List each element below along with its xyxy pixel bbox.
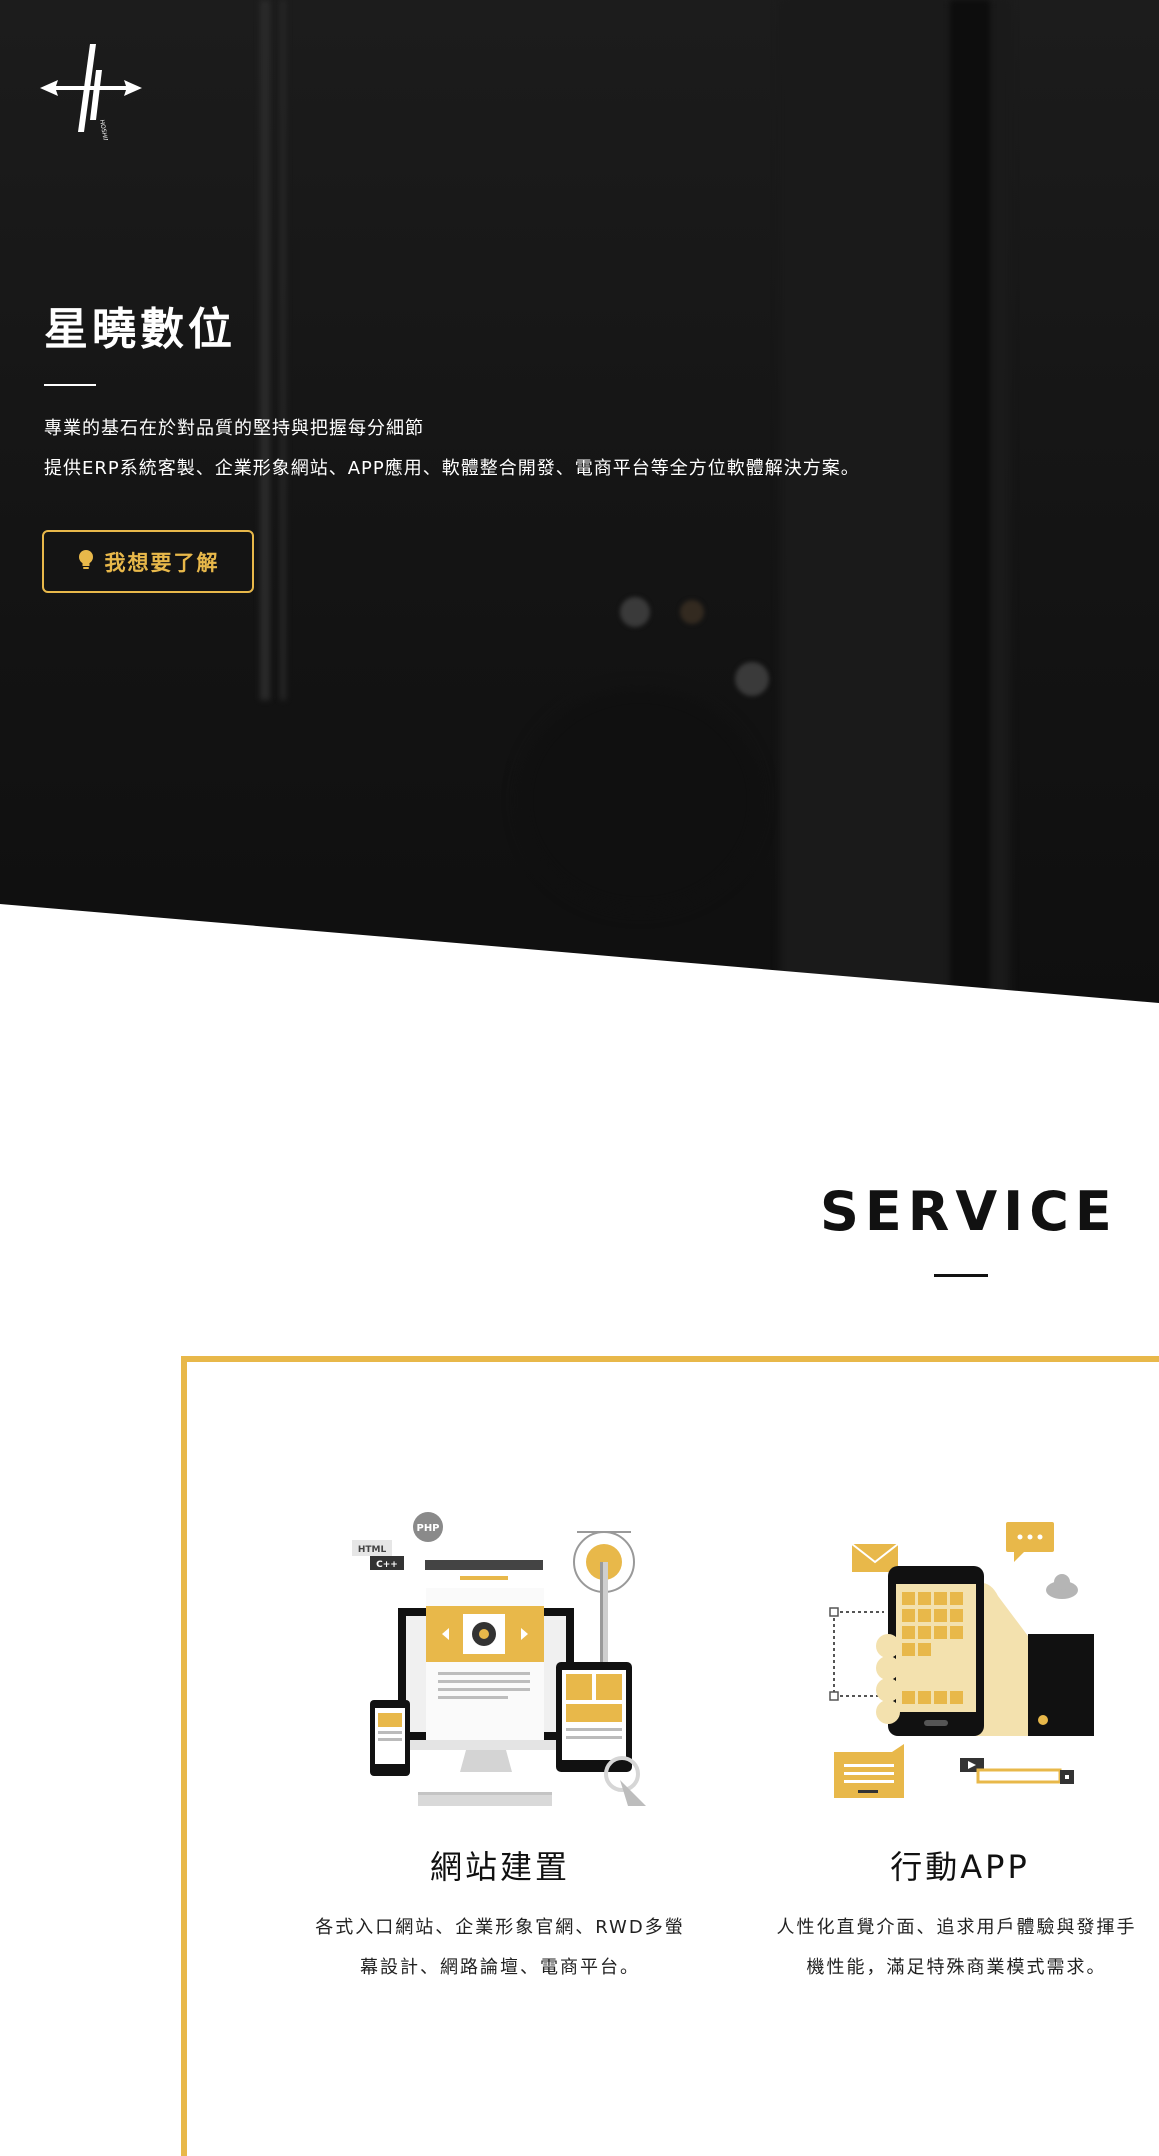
cpp-badge: C++ [376,1560,398,1570]
mobile-app-hand-icon [818,1516,1098,1806]
service-desc-app-line1: 人性化直覺介面、追求用戶體驗與發揮手 [776,1917,1137,1938]
service-divider [934,1274,988,1277]
hero-section: HOSHINET 星曉數位 專業的基石在於對品質的堅持與把握每分細節 提供ERP… [0,0,1159,1005]
background-photo-detail [260,0,270,700]
background-bokeh [680,600,704,624]
lightbulb-icon [77,549,95,575]
html-badge: HTML [358,1545,387,1555]
service-desc-app-line2: 機性能，滿足特殊商業模式需求。 [806,1957,1107,1978]
title-divider [44,384,96,386]
background-bokeh [735,662,769,696]
svg-text:HOSHINET: HOSHINET [98,119,110,140]
hoshinet-logo-icon[interactable]: HOSHINET [40,40,142,151]
background-photo-detail [520,690,760,910]
learn-more-button[interactable]: 我想要了解 [42,530,254,593]
service-desc-website-line2: 幕設計、網路論壇、電商平台。 [360,1957,640,1978]
service-desc-website-line1: 各式入口網站、企業形象官網、RWD多螢 [315,1917,685,1938]
background-photo-detail [280,0,286,700]
service-title-app: 行動APP [890,1848,1030,1886]
learn-more-label: 我想要了解 [104,550,220,575]
service-heading: SERVICE [820,1180,1118,1243]
service-title-website: 網站建置 [429,1848,570,1886]
hero-description: 提供ERP系統客製、企業形象網站、APP應用、軟體整合開發、電商平台等全方位軟體… [44,458,860,479]
php-badge: PHP [416,1523,439,1534]
website-devices-icon: PHP HTML C++ [350,1510,650,1810]
hero-title: 星曉數位 [44,304,236,355]
background-bokeh [620,597,650,627]
background-photo-detail [950,0,990,1005]
hero-tagline: 專業的基石在於對品質的堅持與把握每分細節 [44,418,424,439]
